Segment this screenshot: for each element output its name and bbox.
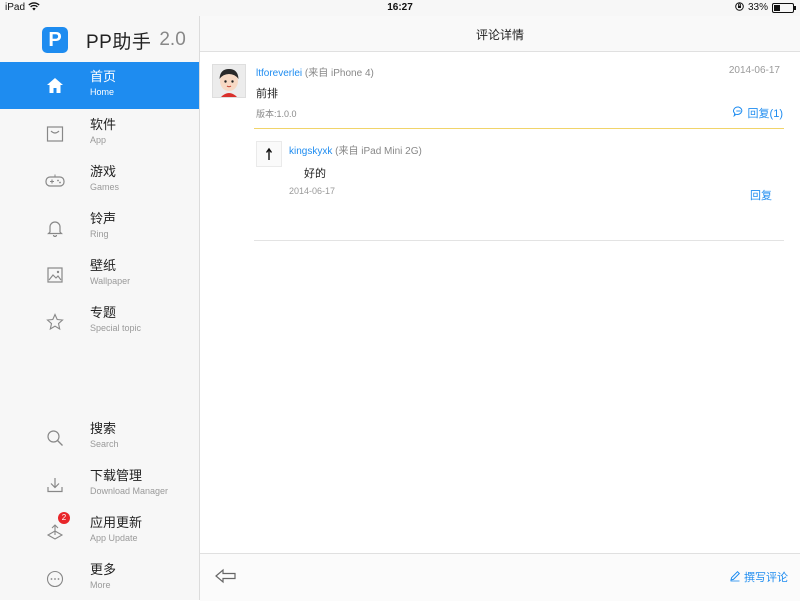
orientation-lock-icon	[735, 2, 744, 13]
comment-device-source: (来自 iPhone 4)	[304, 68, 374, 79]
pp-logo-icon: P	[42, 27, 68, 53]
sidebar-item-more[interactable]: 更多 More	[0, 555, 199, 602]
sidebar-item-app-update[interactable]: 2 应用更新 App Update	[0, 508, 199, 555]
battery-icon	[772, 2, 796, 13]
comment-bubble-icon	[732, 106, 744, 120]
main-panel: 评论详情 ltforeverlei (来自 iPhone 4) 2014-06-…	[200, 16, 800, 601]
download-icon	[44, 474, 66, 496]
divider	[254, 128, 784, 129]
sidebar-item-download-manager[interactable]: 下载管理 Download Manager	[0, 461, 199, 508]
sidebar-item-label: 铃声	[90, 211, 117, 226]
brand-name: PP助手	[86, 31, 152, 53]
image-icon	[44, 264, 66, 286]
sidebar-item-games[interactable]: 游戏 Games	[0, 157, 199, 204]
brand: P PP助手 2.0	[42, 26, 186, 54]
sidebar-item-ring[interactable]: 铃声 Ring	[0, 204, 199, 251]
reply-item: kingskyxk (来自 iPad Mini 2G) 好的 2014-06-1…	[254, 137, 784, 241]
reply-button[interactable]: 回复	[750, 187, 772, 203]
comment-date: 2014-06-17	[728, 65, 780, 76]
app-icon	[44, 123, 66, 145]
sidebar-item-label: 下载管理	[90, 468, 143, 483]
write-comment-label: 撰写评论	[744, 572, 788, 584]
sidebar-item-sublabel: App Update	[90, 533, 138, 543]
sidebar-item-sublabel: Special topic	[90, 323, 142, 333]
sidebar-item-sublabel: App	[90, 135, 107, 145]
battery-status: 33%	[735, 2, 796, 13]
app-version: 版本:1.0.0	[256, 109, 297, 119]
reply-body: 好的	[304, 168, 326, 180]
bell-icon	[44, 217, 66, 239]
star-icon	[44, 311, 66, 333]
sidebar-item-sublabel: Wallpaper	[90, 276, 131, 286]
bottom-toolbar: 撰写评论	[200, 553, 800, 601]
sidebar-item-home[interactable]: 首页 Home	[0, 62, 199, 109]
sidebar-item-app[interactable]: 软件 App	[0, 110, 199, 157]
sidebar-item-sublabel: Games	[90, 182, 120, 192]
sidebar-item-label: 搜索	[90, 421, 117, 436]
brand-version: 2.0	[159, 29, 186, 50]
reply-count-label: 回复(1)	[747, 108, 783, 120]
sidebar-item-sublabel: Home	[90, 87, 115, 97]
reply-count-button[interactable]: 回复(1)	[732, 105, 783, 121]
comment-body: 前排	[256, 88, 278, 100]
sidebar-item-label: 更多	[90, 562, 117, 577]
status-bar: iPad 16:27 33%	[0, 0, 800, 16]
reply-username[interactable]: kingskyxk (来自 iPad Mini 2G)	[289, 142, 422, 157]
more-icon	[44, 568, 66, 590]
page-title: 评论详情	[475, 28, 524, 42]
back-arrow-icon[interactable]	[214, 566, 238, 586]
sidebar-item-sublabel: Download Manager	[90, 486, 169, 496]
clock: 16:27	[387, 2, 413, 13]
reply-device-source: (来自 iPad Mini 2G)	[335, 146, 422, 157]
avatar[interactable]	[212, 64, 246, 98]
update-count-badge: 2	[58, 512, 70, 524]
sidebar-item-wallpaper[interactable]: 壁纸 Wallpaper	[0, 251, 199, 298]
sidebar-item-special-topic[interactable]: 专题 Special topic	[0, 298, 199, 345]
header-bar: 评论详情	[200, 16, 800, 52]
reply-date: 2014-06-17	[289, 186, 336, 196]
comment-username[interactable]: ltforeverlei (来自 iPhone 4)	[256, 64, 374, 79]
battery-fill	[774, 4, 780, 11]
pencil-icon	[729, 570, 741, 585]
reply-avatar[interactable]	[256, 141, 282, 167]
sidebar-item-label: 应用更新	[90, 515, 143, 530]
sidebar-item-sublabel: Ring	[90, 229, 109, 239]
battery-percent: 33%	[747, 2, 768, 13]
sidebar-item-label: 专题	[90, 305, 117, 320]
sidebar-item-sublabel: More	[90, 580, 111, 590]
sidebar-item-search[interactable]: 搜索 Search	[0, 414, 199, 461]
sidebar-item-sublabel: Search	[90, 439, 119, 449]
sidebar-item-label: 首页	[90, 69, 117, 84]
sidebar-item-label: 软件	[90, 117, 117, 132]
sidebar-item-label: 壁纸	[90, 258, 117, 273]
search-icon	[44, 427, 66, 449]
sidebar-item-label: 游戏	[90, 164, 117, 179]
sidebar: P PP助手 2.0 首页 Home 软件 App 游戏 Games 铃声 Ri…	[0, 16, 200, 600]
home-icon	[44, 75, 66, 97]
write-comment-button[interactable]: 撰写评论	[729, 569, 788, 585]
gamepad-icon	[44, 170, 66, 192]
